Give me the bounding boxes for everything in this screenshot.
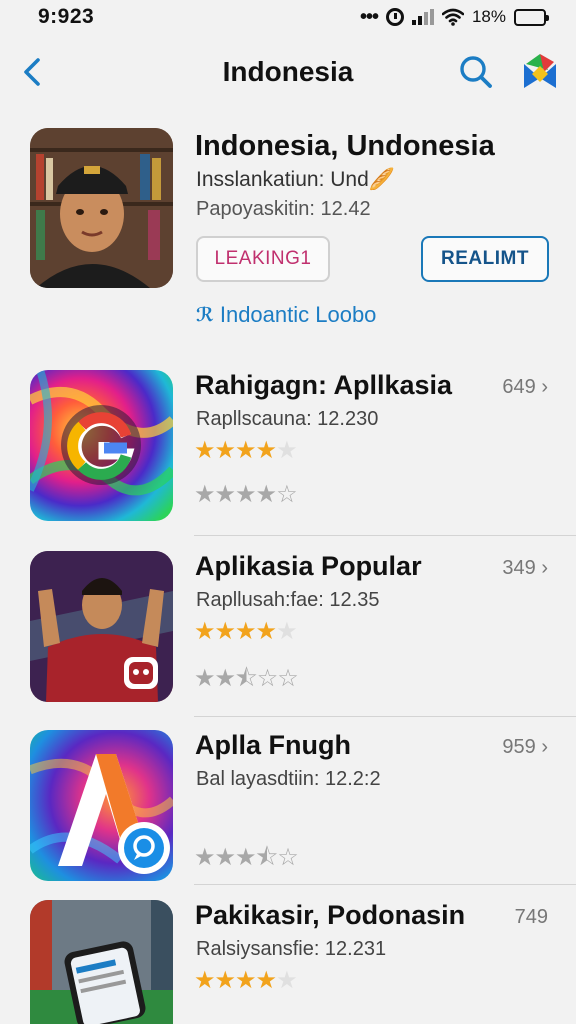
star-icon: ★ xyxy=(255,618,277,645)
star-rating-secondary: ★★★★☆ xyxy=(194,480,298,509)
star-icon: ★ xyxy=(235,967,256,994)
featured-developer-link[interactable]: ℛ Indoantic Loobo xyxy=(196,302,376,328)
app-icon-person[interactable] xyxy=(30,551,173,702)
app-title: Aplikasia Popular xyxy=(195,551,422,581)
star-icon: ★ xyxy=(235,481,256,508)
search-icon xyxy=(460,56,492,88)
star-icon: ★ xyxy=(235,844,256,871)
app-icon-phone-in-hand[interactable] xyxy=(30,900,173,1024)
divider xyxy=(194,884,576,885)
nav-bar: Indonesia xyxy=(0,40,576,104)
battery-icon xyxy=(514,8,549,26)
chevron-left-icon xyxy=(24,58,40,86)
app-count: 749 xyxy=(514,906,548,928)
star-icon: ★ xyxy=(194,481,215,508)
bread-emoji-icon: 🥖 xyxy=(368,168,395,191)
star-icon: ★ xyxy=(194,844,215,871)
star-icon: ★ xyxy=(214,481,236,508)
wifi-icon xyxy=(441,8,464,26)
star-icon: ★ xyxy=(214,618,236,645)
featured-app-title: Indonesia, Undonesia xyxy=(195,130,495,162)
star-icon: ★ xyxy=(235,437,256,464)
app-store-logo-icon xyxy=(524,54,556,88)
star-icon: ★ xyxy=(214,437,236,464)
app-store-button[interactable] xyxy=(518,50,562,94)
star-icon: ★ xyxy=(276,967,297,994)
status-icons: ••• 18% xyxy=(359,5,549,29)
star-icon: ☆ xyxy=(276,481,297,508)
star-icon: ★ xyxy=(214,967,236,994)
page-title: Indonesia xyxy=(222,56,354,87)
app-count: 649 › xyxy=(502,376,548,398)
app-count: 959 › xyxy=(502,736,548,758)
star-icon: ★ xyxy=(255,481,277,508)
developer-logo-icon: ℛ xyxy=(196,304,214,326)
star-icon: ☆ xyxy=(277,844,298,871)
app-subtitle: Rapllusah:fae: 12.35 xyxy=(196,589,380,611)
featured-right-button[interactable]: REALIMT xyxy=(421,236,549,282)
app-title: Aplla Fnugh xyxy=(195,730,351,760)
star-icon: ★ xyxy=(194,967,215,994)
star-icon: ★ xyxy=(214,844,236,871)
featured-developer-name: Indoantic Loobo xyxy=(219,302,377,327)
alarm-icon xyxy=(385,8,404,26)
divider xyxy=(194,535,576,536)
cellular-signal-icon xyxy=(411,9,434,25)
star-rating: ★★★★★ xyxy=(194,436,298,465)
star-icon: ☆ xyxy=(277,665,298,692)
star-rating: ★★★★★ xyxy=(194,966,298,995)
app-icon-google-swirl[interactable] xyxy=(30,370,173,521)
star-icon: ☆ xyxy=(256,665,278,692)
app-title: Rahigagn: Apllkasia xyxy=(195,370,453,400)
divider xyxy=(194,716,576,717)
star-rating-secondary: ★★⯪☆☆ xyxy=(194,661,299,702)
battery-percent: 18% xyxy=(471,7,506,26)
star-rating: ★★★★★ xyxy=(194,617,298,646)
status-time: 9:923 xyxy=(38,5,95,28)
status-bar: 9:923 ••• 18% xyxy=(0,0,576,34)
star-icon: ★ xyxy=(214,665,236,692)
star-icon: ⯪ xyxy=(255,844,279,871)
featured-app-meta: Papoyaskitin: 12.42 xyxy=(196,198,371,220)
featured-app-image xyxy=(30,128,173,288)
star-icon: ★ xyxy=(276,618,297,645)
featured-left-button[interactable]: LEAKING1 xyxy=(196,236,330,282)
star-rating-secondary: ★★★⯪☆ xyxy=(194,840,299,881)
list-item[interactable]: Aplla Fnugh Bal layasdtiin: 12.2:2 959 ›… xyxy=(0,730,576,898)
star-icon: ★ xyxy=(255,437,277,464)
search-button[interactable] xyxy=(456,52,496,92)
star-icon: ★ xyxy=(194,437,215,464)
star-icon: ★ xyxy=(255,967,277,994)
list-item[interactable]: Rahigagn: Apllkasia Rapllscauna: 12.230 … xyxy=(0,370,576,538)
app-subtitle: Ralsiysansfie: 12.231 xyxy=(196,938,387,960)
app-count: 349 › xyxy=(502,557,548,579)
signal-dots-icon: ••• xyxy=(359,5,379,28)
star-icon: ★ xyxy=(194,665,215,692)
featured-app-subtitle: Insslankatiun: Und🥖 xyxy=(196,168,395,191)
star-icon: ★ xyxy=(194,618,215,645)
star-icon: ★ xyxy=(235,618,256,645)
app-subtitle: Rapllscauna: 12.230 xyxy=(196,408,379,430)
app-subtitle: Bal layasdtiin: 12.2:2 xyxy=(196,768,381,790)
list-item[interactable]: Aplikasia Popular Rapllusah:fae: 12.35 3… xyxy=(0,551,576,719)
back-button[interactable] xyxy=(14,50,54,94)
app-icon-letter-a[interactable] xyxy=(30,730,173,881)
star-icon: ★ xyxy=(276,437,297,464)
list-item[interactable]: Pakikasir, Podonasin Ralsiysansfie: 12.2… xyxy=(0,900,576,1024)
featured-app-card[interactable]: Indonesia, Undonesia Insslankatiun: Und🥖… xyxy=(0,126,576,346)
app-title: Pakikasir, Podonasin xyxy=(195,900,466,930)
star-icon: ⯪ xyxy=(235,665,258,692)
